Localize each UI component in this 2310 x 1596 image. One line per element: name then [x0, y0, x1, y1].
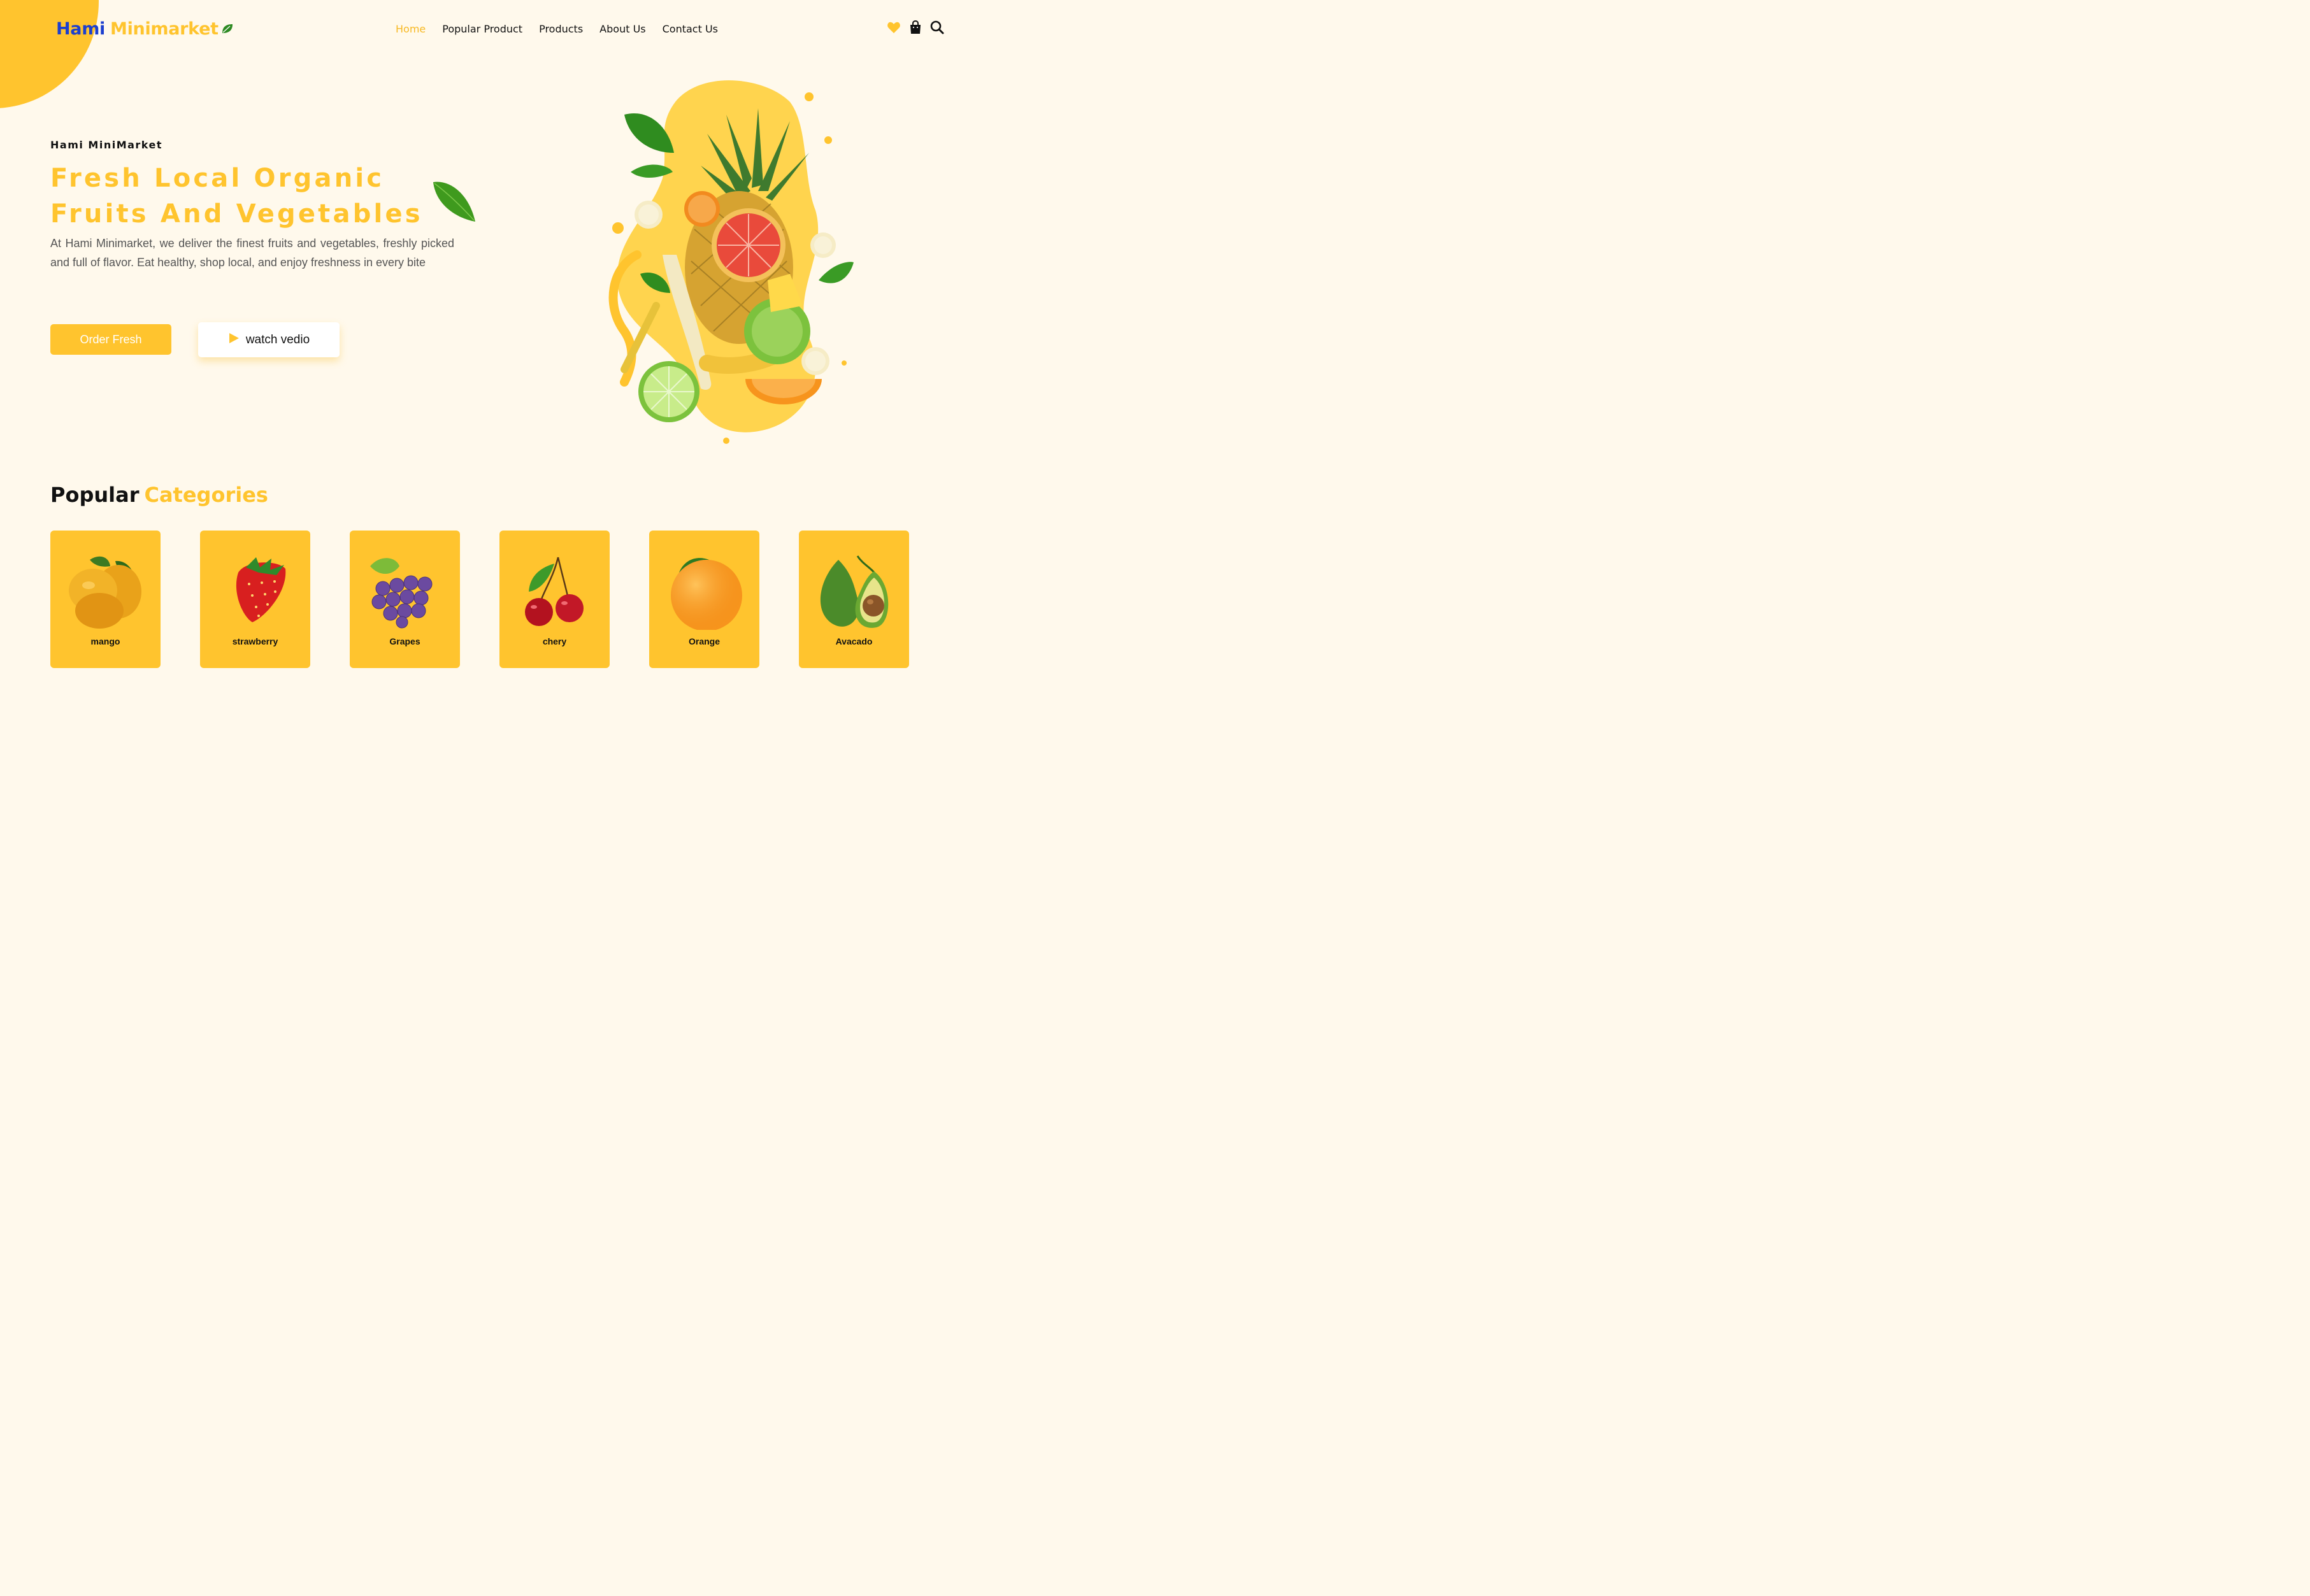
grapes-icon	[370, 558, 433, 629]
brand-logo[interactable]: Hami Minimarket	[56, 19, 234, 39]
categories-title-part2: Categories	[144, 483, 268, 507]
category-card-mango[interactable]: mango	[50, 531, 161, 668]
corner-decoration	[0, 0, 99, 108]
nav-about-us[interactable]: About Us	[599, 23, 645, 35]
mango-icon	[69, 556, 141, 629]
avocado-icon	[820, 555, 889, 628]
orange-icon	[671, 558, 742, 630]
category-card-grapes[interactable]: Grapes	[350, 531, 460, 668]
main-nav: Home Popular Product Products About Us C…	[396, 23, 735, 35]
hero-description: At Hami Minimarket, we deliver the fines…	[50, 237, 454, 269]
brand-name-part1: Hami	[56, 19, 106, 39]
hero-title: Fresh Local Organic Fruits And Vegetable…	[50, 164, 423, 229]
strawberry-icon	[236, 557, 286, 622]
nav-products[interactable]: Products	[539, 23, 583, 35]
category-name: strawberry	[232, 636, 278, 646]
category-name: Orange	[688, 636, 720, 646]
header-actions	[887, 20, 944, 35]
watch-video-button[interactable]: watch vedio	[198, 322, 340, 357]
leaf-icon	[221, 19, 234, 39]
category-name: chery	[542, 636, 567, 646]
category-card-chery[interactable]: chery	[499, 531, 610, 668]
category-list: mango strawberry Grapes chery Orange Ava…	[50, 531, 909, 668]
category-card-orange[interactable]: Orange	[649, 531, 759, 668]
category-card-avacado[interactable]: Avacado	[799, 531, 909, 668]
hero-subtitle: Hami MiniMarket	[50, 139, 163, 151]
nav-home[interactable]: Home	[396, 23, 426, 35]
play-icon	[228, 332, 240, 348]
nav-contact-us[interactable]: Contact Us	[663, 23, 718, 35]
search-icon[interactable]	[930, 20, 944, 35]
heart-icon[interactable]	[887, 20, 901, 35]
watch-video-label: watch vedio	[245, 332, 310, 346]
categories-title-part1: Popular	[50, 483, 140, 507]
category-name: mango	[90, 636, 120, 646]
order-fresh-button[interactable]: Order Fresh	[50, 324, 171, 355]
brand-name-part2: Minimarket	[110, 19, 219, 39]
shopping-bag-icon[interactable]	[908, 20, 922, 35]
category-name: Grapes	[389, 636, 420, 646]
fruit-splash-image	[608, 80, 854, 444]
page: Hami Minimarket Home Popular Product Pro…	[0, 0, 999, 690]
categories-title: Popular Categories	[50, 483, 268, 507]
leaf-decoration-icon	[431, 178, 477, 225]
category-card-strawberry[interactable]: strawberry	[200, 531, 310, 668]
nav-popular-product[interactable]: Popular Product	[442, 23, 522, 35]
cherry-icon	[525, 557, 584, 626]
category-name: Avacado	[835, 636, 873, 646]
